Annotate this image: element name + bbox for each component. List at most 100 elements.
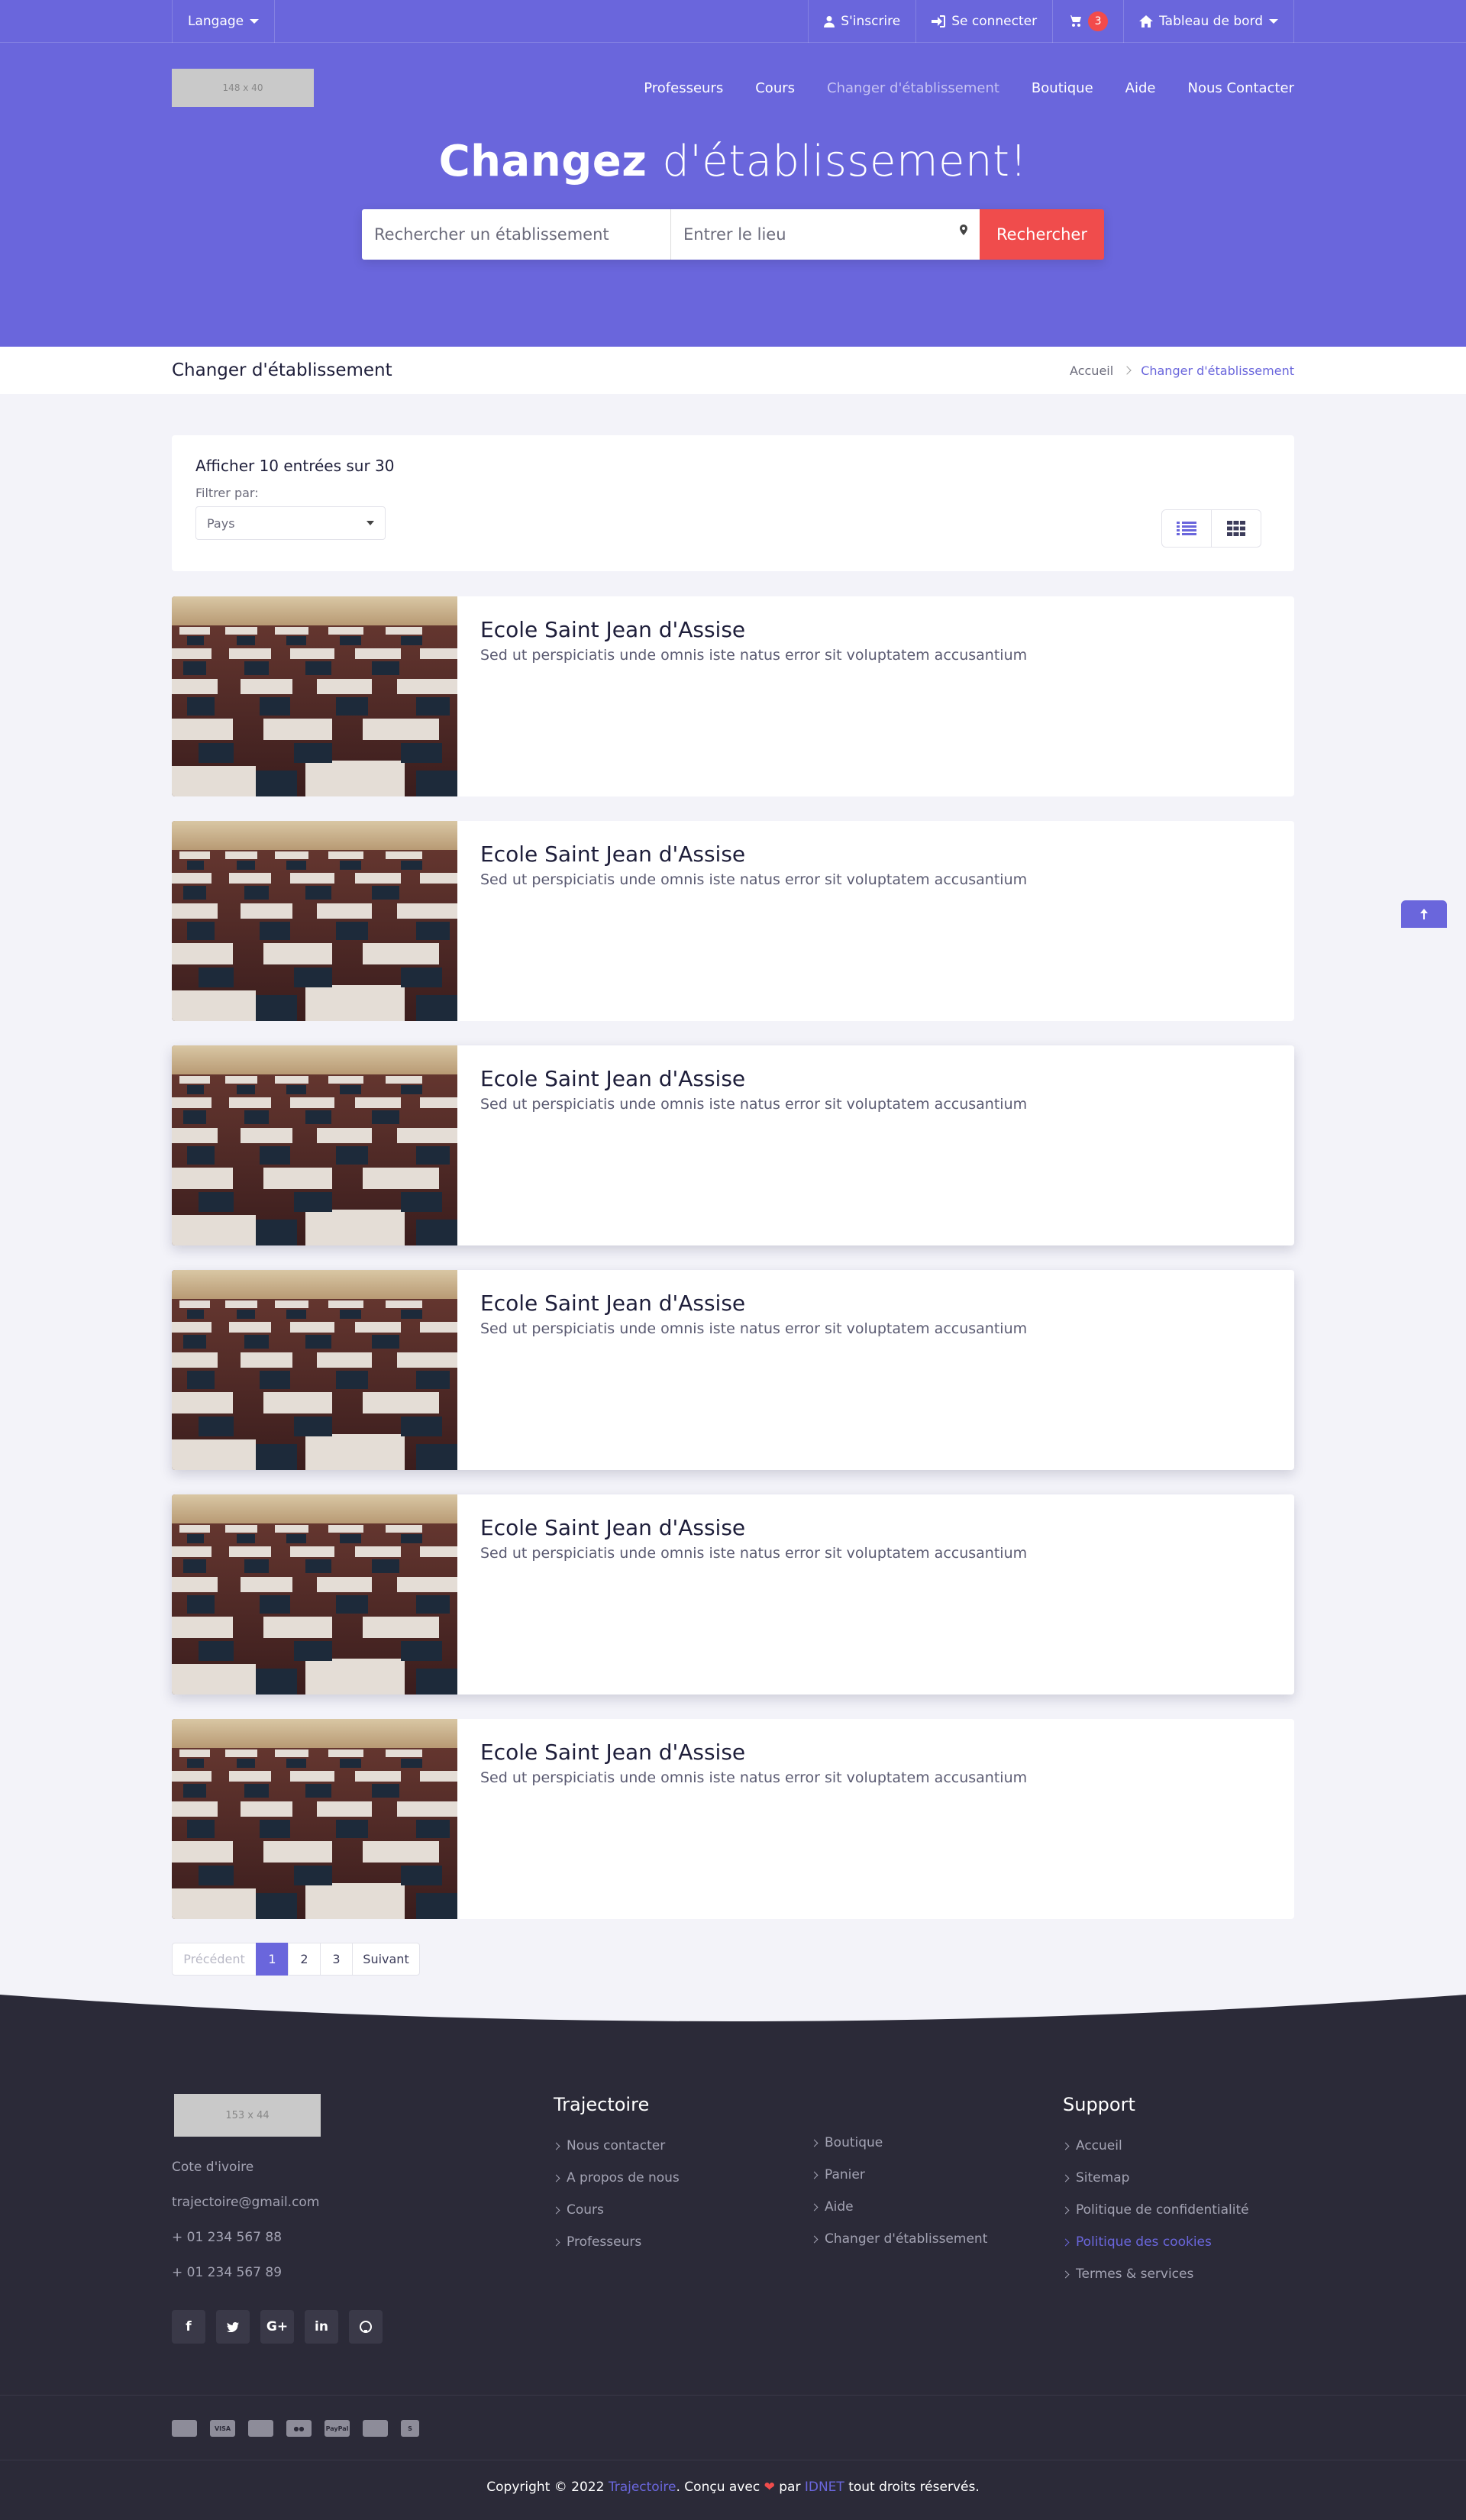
school-card[interactable]: Ecole Saint Jean d'Assise Sed ut perspic… bbox=[172, 1494, 1294, 1695]
chevron-right-icon bbox=[810, 2139, 819, 2147]
chevron-down-icon bbox=[1269, 19, 1278, 24]
page-title: Changer d'établissement bbox=[172, 360, 392, 380]
filter-card: Afficher 10 entrées sur 30 Filtrer par: … bbox=[172, 435, 1294, 571]
footer-links-1: Nous contacter A propos de nous Cours Profe… bbox=[552, 2138, 680, 2250]
footer-link[interactable]: Termes & services bbox=[1061, 2266, 1249, 2282]
footer-link[interactable]: Nous contacter bbox=[552, 2138, 680, 2153]
nav-link[interactable]: Aide bbox=[1125, 80, 1156, 96]
login-label: Se connecter bbox=[951, 14, 1038, 29]
pagination-prev[interactable]: Précédent bbox=[172, 1943, 257, 1976]
nav-link[interactable]: Professeurs bbox=[644, 80, 723, 96]
home-icon bbox=[1139, 15, 1154, 27]
top-bar: Langage S'inscrire Se connecter 3 Tablea… bbox=[0, 0, 1466, 43]
school-name[interactable]: Ecole Saint Jean d'Assise bbox=[480, 1740, 1027, 1765]
copyright-company-link[interactable]: IDNET bbox=[805, 2480, 844, 2495]
language-dropdown[interactable]: Langage bbox=[172, 0, 276, 43]
school-card[interactable]: Ecole Saint Jean d'Assise Sed ut perspic… bbox=[172, 596, 1294, 796]
chevron-right-icon bbox=[552, 2206, 560, 2214]
nav-link[interactable]: Cours bbox=[755, 80, 795, 96]
user-icon bbox=[824, 16, 835, 27]
school-card-body: Ecole Saint Jean d'Assise Sed ut perspic… bbox=[457, 1494, 1050, 1695]
nav-link[interactable]: Nous Contacter bbox=[1188, 80, 1295, 96]
footer-link-label: Accueil bbox=[1076, 2138, 1122, 2153]
school-description: Sed ut perspiciatis unde omnis iste natu… bbox=[480, 647, 1028, 664]
facebook-icon[interactable]: f bbox=[172, 2310, 205, 2344]
nav-links: Professeurs Cours Changer d'établissement B… bbox=[644, 80, 1294, 96]
footer-col-title: Trajectoire bbox=[554, 2094, 650, 2115]
nav-link[interactable]: Changer d'établissement bbox=[827, 80, 999, 96]
search-bar: Rechercher bbox=[362, 209, 1104, 260]
chevron-right-icon bbox=[810, 2235, 819, 2243]
school-card-body: Ecole Saint Jean d'Assise Sed ut perspic… bbox=[457, 1270, 1050, 1470]
school-name[interactable]: Ecole Saint Jean d'Assise bbox=[480, 617, 1027, 642]
school-card[interactable]: Ecole Saint Jean d'Assise Sed ut perspic… bbox=[172, 1045, 1294, 1245]
footer-logo[interactable]: 153 x 44 bbox=[174, 2094, 321, 2137]
dashboard-dropdown[interactable]: Tableau de bord bbox=[1123, 0, 1294, 43]
location-input[interactable] bbox=[683, 225, 967, 244]
pagination-page-2[interactable]: 2 bbox=[288, 1943, 321, 1976]
school-card-body: Ecole Saint Jean d'Assise Sed ut perspic… bbox=[457, 1045, 1050, 1245]
school-search-input[interactable] bbox=[374, 225, 658, 244]
footer-link-label: Cours bbox=[567, 2202, 604, 2218]
google-plus-icon[interactable]: G+ bbox=[260, 2310, 294, 2344]
list-view-button[interactable] bbox=[1162, 510, 1212, 547]
signup-label: S'inscrire bbox=[841, 14, 901, 29]
site-logo[interactable]: 148 x 40 bbox=[172, 69, 314, 107]
footer-col-trajectoire: Trajectoire Nous contacter A propos de no… bbox=[552, 2094, 680, 2266]
pagination-next[interactable]: Suivant bbox=[352, 1943, 420, 1976]
copyright-suffix: tout droits réservés. bbox=[848, 2480, 980, 2495]
school-name[interactable]: Ecole Saint Jean d'Assise bbox=[480, 842, 1027, 867]
footer-link[interactable]: Boutique bbox=[810, 2135, 987, 2150]
pagination-page-3[interactable]: 3 bbox=[320, 1943, 353, 1976]
chevron-right-icon bbox=[552, 2174, 560, 2182]
classroom-image bbox=[172, 821, 457, 1021]
github-icon[interactable] bbox=[349, 2310, 383, 2344]
footer-phone-2: + 01 234 567 89 bbox=[172, 2265, 283, 2280]
visa-icon: VISA bbox=[210, 2420, 235, 2437]
footer-link[interactable]: Politique de confidentialité bbox=[1061, 2202, 1249, 2218]
school-name[interactable]: Ecole Saint Jean d'Assise bbox=[480, 1291, 1027, 1316]
footer: 153 x 44 Cote d'ivoire trajectoire@gmail… bbox=[0, 1995, 1466, 2520]
chevron-down-icon bbox=[366, 521, 374, 525]
signup-link[interactable]: S'inscrire bbox=[808, 0, 915, 43]
school-name[interactable]: Ecole Saint Jean d'Assise bbox=[480, 1066, 1027, 1091]
main-navbar: 148 x 40 Professeurs Cours Changer d'établ… bbox=[0, 43, 1466, 133]
country-filter-select[interactable]: Pays bbox=[195, 506, 386, 540]
footer-link[interactable]: Panier bbox=[810, 2167, 987, 2182]
school-card[interactable]: Ecole Saint Jean d'Assise Sed ut perspic… bbox=[172, 821, 1294, 1021]
footer-link[interactable]: Politique des cookies bbox=[1061, 2234, 1249, 2250]
cart-count-badge: 3 bbox=[1088, 11, 1109, 31]
copyright-brand-link[interactable]: Trajectoire bbox=[609, 2480, 676, 2495]
school-name[interactable]: Ecole Saint Jean d'Assise bbox=[480, 1515, 1027, 1540]
pagination-page-1[interactable]: 1 bbox=[256, 1943, 289, 1976]
search-button[interactable]: Rechercher bbox=[980, 209, 1104, 260]
grid-view-button[interactable] bbox=[1212, 510, 1261, 547]
footer-col-shop: Boutique Panier Aide Changer d'établissemen… bbox=[810, 2135, 987, 2263]
footer-email[interactable]: trajectoire@gmail.com bbox=[172, 2195, 383, 2210]
footer-link[interactable]: Cours bbox=[552, 2202, 680, 2218]
copyright-mid: . Conçu avec bbox=[676, 2480, 760, 2495]
footer-link[interactable]: Sitemap bbox=[1061, 2170, 1249, 2186]
footer-col-support: Support Accueil Sitemap Politique de confi… bbox=[1061, 2094, 1249, 2299]
nav-link[interactable]: Boutique bbox=[1032, 80, 1093, 96]
chevron-right-icon bbox=[1122, 366, 1132, 375]
login-link[interactable]: Se connecter bbox=[915, 0, 1052, 43]
back-to-top-button[interactable] bbox=[1401, 900, 1447, 928]
school-card[interactable]: Ecole Saint Jean d'Assise Sed ut perspic… bbox=[172, 1270, 1294, 1470]
filter-label: Filtrer par: bbox=[195, 486, 259, 500]
chevron-right-icon bbox=[1061, 2174, 1070, 2182]
linkedin-icon[interactable]: in bbox=[305, 2310, 338, 2344]
sign-in-icon bbox=[932, 15, 946, 27]
footer-link[interactable]: A propos de nous bbox=[552, 2170, 680, 2186]
footer-link-label: Nous contacter bbox=[567, 2138, 666, 2153]
footer-link[interactable]: Professeurs bbox=[552, 2234, 680, 2250]
footer-link[interactable]: Changer d'établissement bbox=[810, 2231, 987, 2247]
footer-link[interactable]: Aide bbox=[810, 2199, 987, 2215]
breadcrumb-home[interactable]: Accueil bbox=[1070, 363, 1113, 378]
school-card[interactable]: Ecole Saint Jean d'Assise Sed ut perspic… bbox=[172, 1719, 1294, 1919]
cart-link[interactable]: 3 bbox=[1052, 0, 1123, 43]
footer-link[interactable]: Accueil bbox=[1061, 2138, 1249, 2153]
footer-links-3: Accueil Sitemap Politique de confidentiali… bbox=[1061, 2138, 1249, 2282]
classroom-image bbox=[172, 1719, 457, 1919]
twitter-icon[interactable] bbox=[216, 2310, 250, 2344]
